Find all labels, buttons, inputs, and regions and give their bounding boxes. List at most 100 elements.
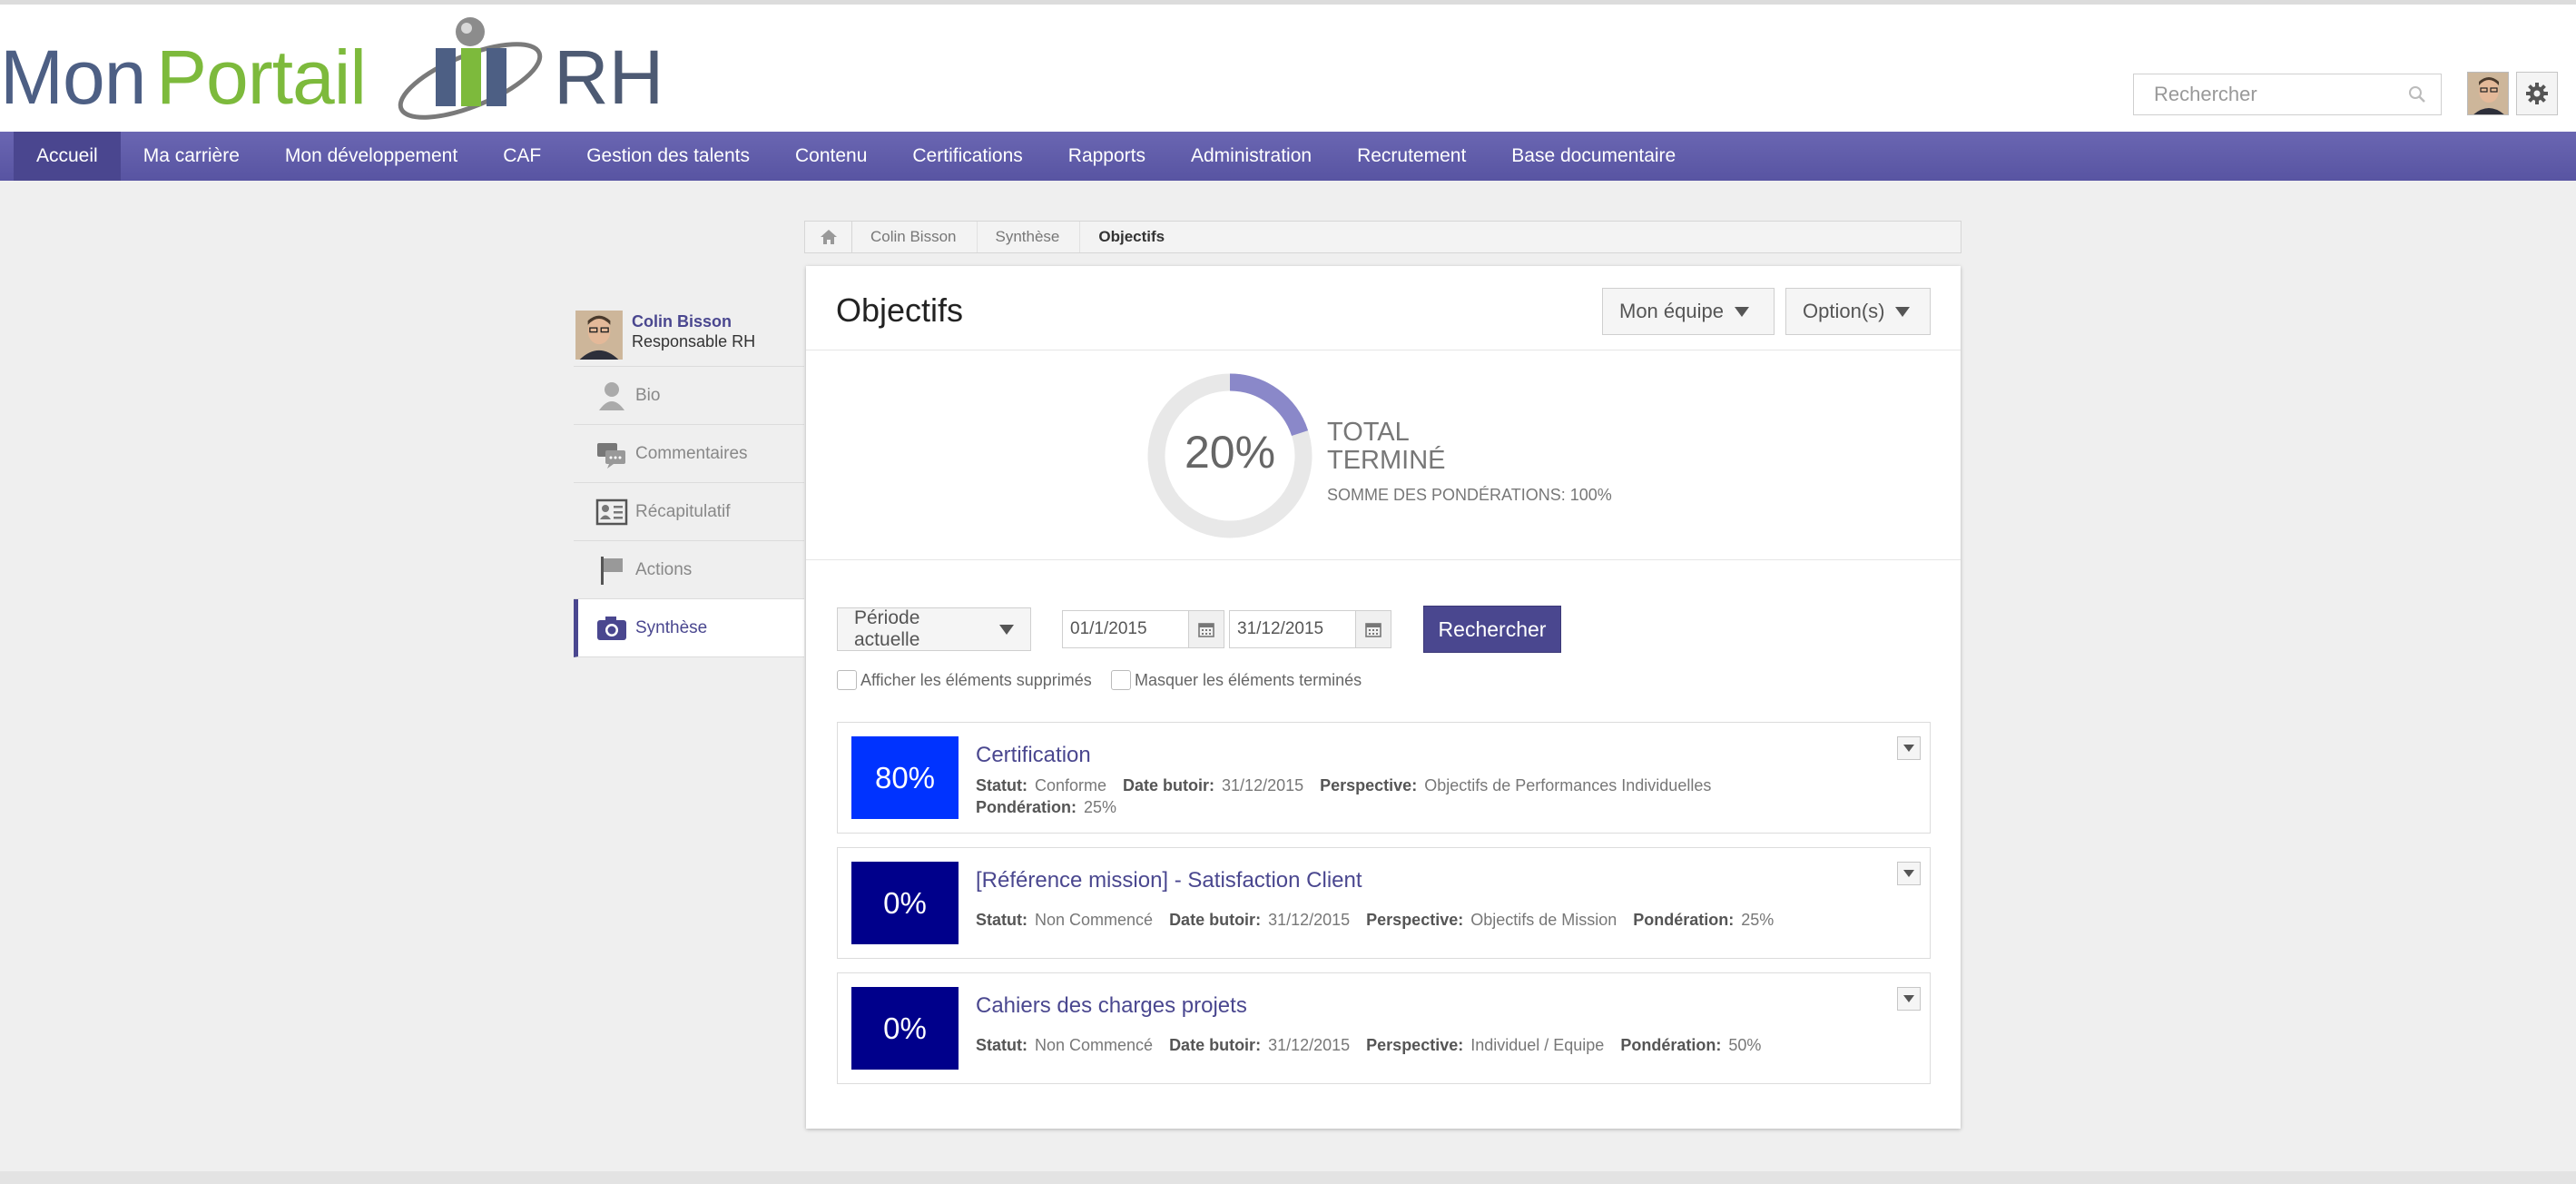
objective-meta-weight: Pondération: 25% bbox=[976, 798, 1116, 817]
footer-strip bbox=[0, 1171, 2576, 1184]
nav-item-certifications[interactable]: Certifications bbox=[890, 132, 1045, 181]
sidebar-item-synthese[interactable]: Synthèse bbox=[574, 599, 804, 657]
perspective-value: Objectifs de Performances Individuelles bbox=[1424, 776, 1712, 794]
caret-down-icon bbox=[1734, 306, 1749, 317]
weight-value: 25% bbox=[1741, 911, 1775, 929]
main-nav: Accueil Ma carrière Mon développement CA… bbox=[0, 132, 2576, 181]
caret-down-icon bbox=[1895, 306, 1911, 317]
hide-completed-checkbox[interactable] bbox=[1111, 670, 1131, 690]
caret-down-icon bbox=[1903, 870, 1914, 877]
weight-label: Pondération: bbox=[976, 798, 1077, 816]
sidebar-item-bio[interactable]: Bio bbox=[574, 367, 804, 425]
objective-menu-button[interactable] bbox=[1897, 987, 1921, 1011]
end-date-field[interactable]: 31/12/2015 bbox=[1229, 610, 1356, 648]
perspective-label: Perspective: bbox=[1366, 911, 1464, 929]
objective-percent-badge: 0% bbox=[851, 987, 959, 1070]
objective-item-cahiers-des-charges: 0% Cahiers des charges projets Statut: No… bbox=[837, 972, 1931, 1084]
show-deleted-checkbox[interactable] bbox=[837, 670, 857, 690]
options-dropdown-label: Option(s) bbox=[1803, 300, 1885, 322]
weights-sum-label: SOMME DES PONDÉRATIONS: 100% bbox=[1327, 486, 1612, 504]
end-date-calendar-button[interactable] bbox=[1355, 610, 1391, 648]
nav-item-gestion-des-talents[interactable]: Gestion des talents bbox=[564, 132, 772, 181]
perspective-value: Objectifs de Mission bbox=[1470, 911, 1617, 929]
search-input[interactable] bbox=[2133, 74, 2442, 115]
search-button[interactable]: Rechercher bbox=[1423, 606, 1561, 653]
profile-header: Colin Bisson Responsable RH bbox=[574, 300, 804, 367]
breadcrumb-home[interactable] bbox=[805, 222, 852, 252]
hide-completed-option[interactable]: Masquer les éléments terminés bbox=[1111, 670, 1362, 690]
objective-item-certification: 80% Certification Statut: Conforme Date bu… bbox=[837, 722, 1931, 834]
nav-item-caf[interactable]: CAF bbox=[480, 132, 564, 181]
objective-title[interactable]: Certification bbox=[976, 743, 1091, 768]
profile-portrait-icon bbox=[575, 311, 623, 360]
start-date-field[interactable]: 01/1/2015 bbox=[1062, 610, 1189, 648]
logo-text-rh: RH bbox=[554, 35, 664, 120]
period-dropdown[interactable]: Période actuelle bbox=[837, 607, 1031, 651]
weight-value: 25% bbox=[1084, 798, 1117, 816]
nav-item-mon-developpement[interactable]: Mon développement bbox=[262, 132, 480, 181]
sidebar-item-recapitulatif[interactable]: Récapitulatif bbox=[574, 483, 804, 541]
hide-completed-label: Masquer les éléments terminés bbox=[1135, 670, 1362, 689]
weight-value: 50% bbox=[1728, 1036, 1762, 1054]
period-dropdown-label: Période actuelle bbox=[854, 607, 920, 650]
calendar-icon bbox=[1198, 623, 1214, 637]
id-card-icon bbox=[595, 498, 628, 526]
breadcrumb-item-objectifs: Objectifs bbox=[1098, 228, 1165, 245]
show-deleted-option[interactable]: Afficher les éléments supprimés bbox=[837, 670, 1092, 690]
total-completed-label: TOTAL TERMINÉ bbox=[1327, 419, 1509, 475]
sidebar-item-actions[interactable]: Actions bbox=[574, 541, 804, 599]
objective-percent-badge: 0% bbox=[851, 862, 959, 944]
objective-meta: Statut: Conforme Date butoir: 31/12/2015 Per… bbox=[976, 776, 1711, 795]
objective-menu-button[interactable] bbox=[1897, 862, 1921, 885]
profile-role: Responsable RH bbox=[632, 332, 756, 350]
objective-title[interactable]: Cahiers des charges projets bbox=[976, 993, 1247, 1019]
search-icon[interactable] bbox=[2407, 84, 2427, 104]
status-label: Statut: bbox=[976, 776, 1027, 794]
start-date-calendar-button[interactable] bbox=[1188, 610, 1224, 648]
nav-item-contenu[interactable]: Contenu bbox=[772, 132, 890, 181]
divider bbox=[806, 559, 1961, 560]
nav-item-administration[interactable]: Administration bbox=[1168, 132, 1334, 181]
status-label: Statut: bbox=[976, 1036, 1027, 1054]
nav-item-accueil[interactable]: Accueil bbox=[14, 132, 121, 181]
sidebar-item-label: Bio bbox=[635, 386, 661, 405]
breadcrumb-item-colin-bisson[interactable]: Colin Bisson bbox=[852, 222, 978, 252]
team-dropdown-label: Mon équipe bbox=[1619, 300, 1724, 322]
objective-percent-badge: 80% bbox=[851, 736, 959, 819]
calendar-icon bbox=[1365, 623, 1381, 637]
due-date-value: 31/12/2015 bbox=[1222, 776, 1304, 794]
user-avatar[interactable] bbox=[2467, 72, 2509, 115]
perspective-label: Perspective: bbox=[1366, 1036, 1464, 1054]
objective-menu-button[interactable] bbox=[1897, 736, 1921, 760]
due-date-label: Date butoir: bbox=[1169, 911, 1262, 929]
logo-text-portail: Portail bbox=[156, 35, 367, 120]
page-title: Objectifs bbox=[836, 291, 964, 329]
objective-title[interactable]: [Référence mission] - Satisfaction Clien… bbox=[976, 868, 1362, 893]
breadcrumb: Colin Bisson Synthèse Objectifs bbox=[804, 221, 1961, 253]
breadcrumb-item-synthese[interactable]: Synthèse bbox=[978, 222, 1081, 252]
status-value: Conforme bbox=[1035, 776, 1107, 794]
app-logo[interactable]: Mon Portail RH bbox=[0, 12, 672, 125]
due-date-label: Date butoir: bbox=[1169, 1036, 1262, 1054]
show-deleted-label: Afficher les éléments supprimés bbox=[860, 670, 1092, 689]
total-label-line-1: TOTAL bbox=[1327, 418, 1410, 447]
team-dropdown-button[interactable]: Mon équipe bbox=[1602, 288, 1775, 335]
nav-item-rapports[interactable]: Rapports bbox=[1046, 132, 1168, 181]
due-date-value: 31/12/2015 bbox=[1268, 1036, 1351, 1054]
nav-item-recrutement[interactable]: Recrutement bbox=[1334, 132, 1489, 181]
sidebar-item-label: Actions bbox=[635, 560, 693, 579]
profile-sidebar: Colin Bisson Responsable RH Bio Commenta… bbox=[574, 300, 804, 657]
caret-down-icon bbox=[999, 624, 1014, 635]
status-value: Non Commencé bbox=[1035, 911, 1154, 929]
due-date-value: 31/12/2015 bbox=[1268, 911, 1351, 929]
nav-item-ma-carriere[interactable]: Ma carrière bbox=[121, 132, 262, 181]
profile-name[interactable]: Colin Bisson bbox=[632, 312, 732, 331]
avatar-portrait-icon bbox=[2468, 73, 2508, 114]
sidebar-item-commentaires[interactable]: Commentaires bbox=[574, 425, 804, 483]
options-dropdown-button[interactable]: Option(s) bbox=[1785, 288, 1931, 335]
person-icon bbox=[599, 382, 624, 410]
settings-button[interactable] bbox=[2516, 72, 2558, 115]
profile-avatar[interactable] bbox=[575, 311, 623, 360]
objective-meta: Statut: Non Commencé Date butoir: 31/12/201… bbox=[976, 911, 1774, 930]
nav-item-base-documentaire[interactable]: Base documentaire bbox=[1489, 132, 1698, 181]
